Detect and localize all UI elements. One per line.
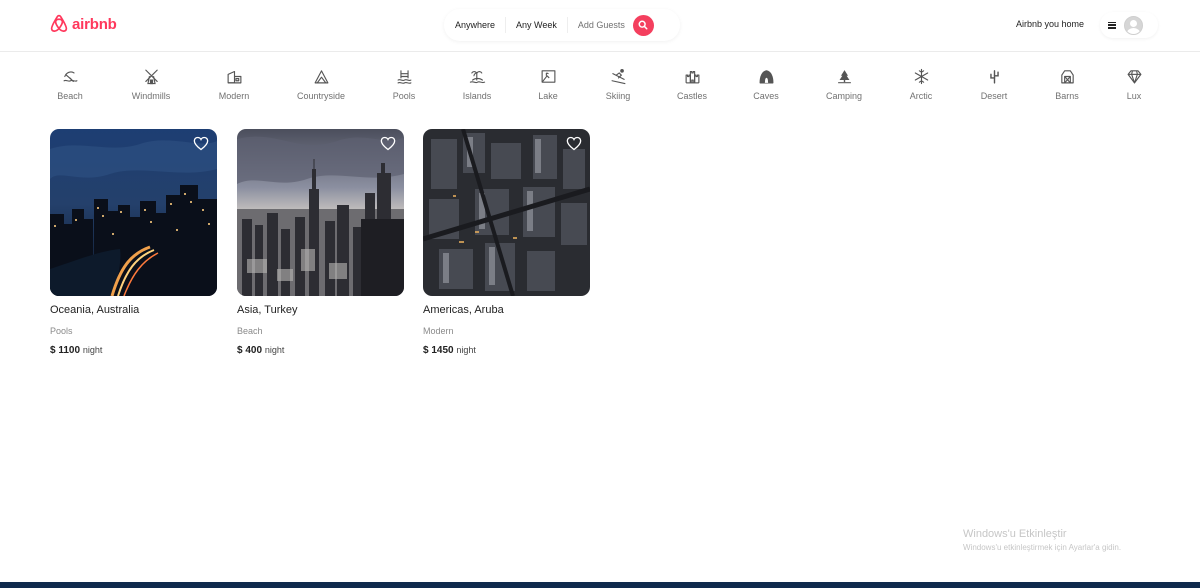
hamburger-icon [1108, 21, 1116, 29]
watermark-subtitle: Windows'u etkinleştirmek için Ayarlar'a … [963, 543, 1122, 552]
airbnb-logo[interactable]: airbnb [50, 14, 117, 34]
price-unit: night [456, 345, 476, 355]
category-label: Windmills [131, 91, 171, 101]
listing-category: Beach [237, 326, 263, 336]
category-lake[interactable]: Lake [508, 62, 588, 101]
price-unit: night [264, 345, 285, 355]
camping-icon [837, 70, 851, 84]
windows-activation-watermark: Windows'u Etkinleştir Windows'u etkinleş… [963, 528, 1121, 552]
windmill-icon [144, 69, 158, 85]
category-label: Desert [980, 91, 1008, 101]
top-navbar: airbnb Anywhere Any Week Add Guests Airb… [0, 0, 1200, 52]
category-label: Arctic [909, 91, 933, 101]
price-value: $ 400 [237, 345, 263, 356]
search-button[interactable] [632, 14, 654, 36]
page: airbnb Anywhere Any Week Add Guests Airb… [0, 0, 1200, 588]
category-label: Skiing [605, 91, 631, 101]
search-when[interactable]: Any Week [506, 20, 567, 30]
beach-icon [63, 71, 77, 83]
category-label: Pools [392, 91, 416, 101]
search-icon [638, 20, 648, 30]
search-where[interactable]: Anywhere [444, 20, 505, 30]
island-icon [469, 71, 485, 84]
heart-icon[interactable] [566, 136, 582, 151]
taskbar-edge [0, 582, 1200, 588]
category-skiing[interactable]: Skiing [578, 62, 658, 101]
category-castles[interactable]: Castles [652, 62, 732, 101]
category-windmills[interactable]: Windmills [111, 62, 191, 101]
airbnb-logo-icon [50, 14, 68, 32]
modern-house-icon [227, 70, 241, 84]
listing-price: $ 1100 night [50, 345, 102, 356]
barn-icon [1060, 70, 1074, 84]
price-value: $ 1100 [50, 345, 81, 356]
category-label: Camping [825, 91, 863, 101]
category-countryside[interactable]: Countryside [281, 62, 361, 101]
snowflake-icon [914, 68, 928, 85]
heart-icon[interactable] [380, 136, 396, 151]
category-label: Modern [218, 91, 250, 101]
airbnb-wordmark: airbnb [72, 15, 117, 33]
listing-category: Modern [423, 326, 454, 336]
skiing-icon [611, 68, 625, 85]
search-guests[interactable]: Add Guests [568, 20, 631, 30]
mountain-icon [314, 70, 328, 84]
listing-price: $ 1450 night [423, 345, 476, 356]
category-modern[interactable]: Modern [194, 62, 274, 101]
diamond-icon [1127, 70, 1141, 84]
heart-icon[interactable] [193, 136, 209, 151]
listing-card[interactable]: Americas, Aruba Modern $ 1450 night [423, 129, 590, 356]
night-city-skyline-photo [50, 129, 217, 296]
category-label: Beach [57, 91, 83, 101]
listing-card[interactable]: Oceania, Australia Pools $ 1100 night [50, 129, 217, 356]
cactus-icon [989, 70, 999, 84]
lake-icon [541, 70, 555, 83]
category-label: Islands [462, 91, 492, 101]
user-avatar-icon [1124, 15, 1143, 35]
category-caves[interactable]: Caves [726, 62, 806, 101]
category-bar: Beach Windmills Modern Countryside Pools [0, 62, 1200, 112]
listing-price: $ 400 night [237, 345, 284, 356]
search-bar[interactable]: Anywhere Any Week Add Guests [444, 9, 680, 41]
category-label: Lake [538, 91, 558, 101]
listing-location: Americas, Aruba [423, 304, 504, 316]
listing-category: Pools [50, 326, 73, 336]
category-desert[interactable]: Desert [954, 62, 1034, 101]
category-label: Caves [753, 91, 779, 101]
host-link[interactable]: Airbnb you home [1016, 19, 1084, 29]
listing-photo[interactable] [237, 129, 404, 296]
category-islands[interactable]: Islands [437, 62, 517, 101]
price-unit: night [82, 345, 103, 355]
category-label: Lux [1126, 91, 1142, 101]
pool-icon [397, 70, 411, 84]
category-lux[interactable]: Lux [1094, 62, 1174, 101]
city-skyline-photo [237, 129, 404, 296]
category-label: Castles [676, 91, 707, 101]
watermark-title: Windows'u Etkinleştir [963, 528, 1067, 540]
category-camping[interactable]: Camping [804, 62, 884, 101]
category-beach[interactable]: Beach [30, 62, 110, 101]
category-pools[interactable]: Pools [364, 62, 444, 101]
listing-photo[interactable] [423, 129, 590, 296]
aerial-city-photo [423, 129, 590, 296]
price-value: $ 1450 [423, 345, 454, 356]
listing-photo[interactable] [50, 129, 217, 296]
cave-icon [759, 70, 773, 84]
category-label: Barns [1055, 91, 1079, 101]
listing-location: Oceania, Australia [50, 304, 140, 316]
category-arctic[interactable]: Arctic [881, 62, 961, 101]
user-menu-button[interactable] [1100, 12, 1158, 38]
category-label: Countryside [296, 91, 346, 101]
listing-card[interactable]: Asia, Turkey Beach $ 400 night [237, 129, 404, 356]
listing-location: Asia, Turkey [237, 304, 298, 316]
castle-icon [685, 70, 699, 84]
